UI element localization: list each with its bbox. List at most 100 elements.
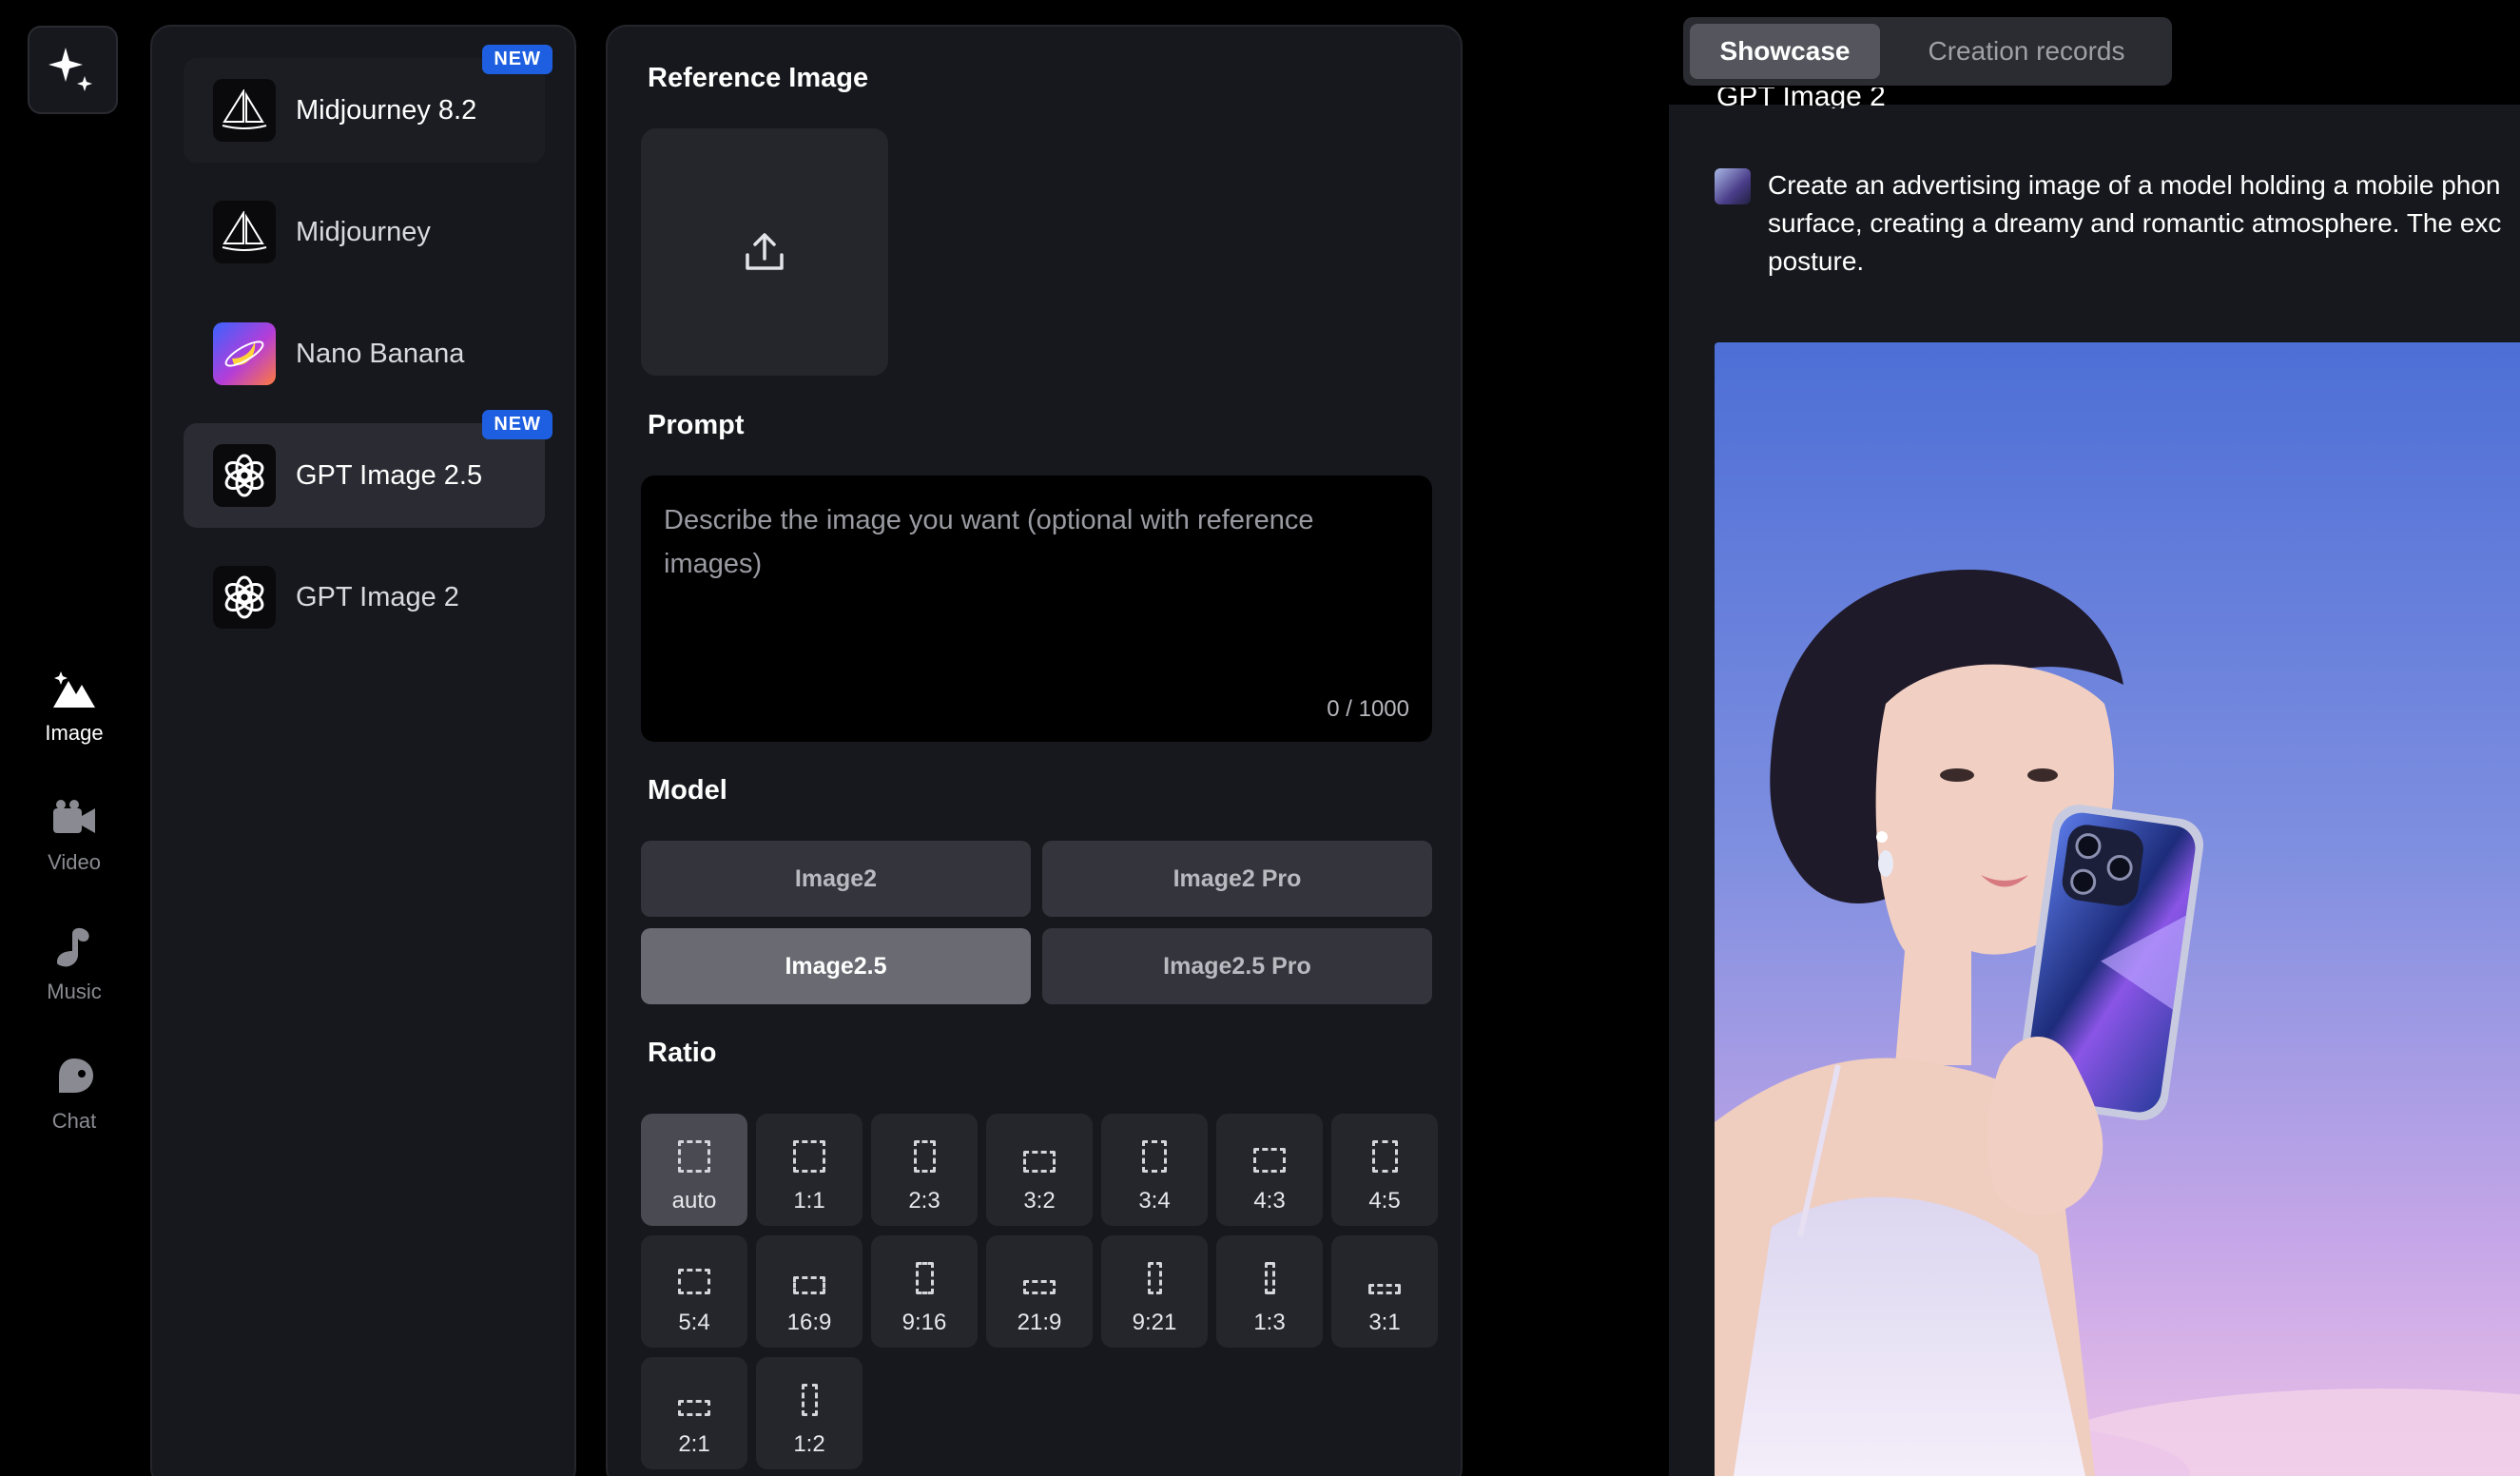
aspect-ratio-icon — [1368, 1284, 1401, 1294]
model-option-image2[interactable]: Image2 — [641, 841, 1031, 917]
ratio-shape-wrap — [678, 1235, 710, 1294]
model-option-image2-5[interactable]: Image2.5 — [641, 928, 1031, 1004]
ratio-option[interactable]: 1:3 — [1216, 1235, 1323, 1348]
rail-label-music: Music — [47, 980, 102, 1003]
ratio-label: 9:21 — [1132, 1310, 1177, 1335]
ratio-option[interactable]: 21:9 — [986, 1235, 1093, 1348]
ratio-option[interactable]: 3:2 — [986, 1114, 1093, 1226]
rail-label-video: Video — [48, 850, 101, 874]
prompt-input[interactable] — [664, 498, 1405, 670]
nano-banana-icon — [213, 322, 276, 385]
ratio-shape-wrap — [1368, 1235, 1401, 1294]
model-item-gpt-image-2[interactable]: GPT Image 2 — [184, 545, 545, 650]
ratio-shape-wrap — [1147, 1235, 1162, 1294]
ratio-label: 3:1 — [1368, 1310, 1401, 1335]
ratio-shape-wrap — [801, 1357, 818, 1416]
sparkle-logo-icon — [48, 47, 92, 91]
showcase-image[interactable] — [1715, 342, 2520, 1476]
ratio-label: auto — [671, 1188, 717, 1214]
rail-item-video[interactable]: Video — [0, 793, 148, 875]
showcase-prompt-line: surface, creating a dreamy and romantic … — [1768, 208, 2502, 238]
ratio-option[interactable]: 16:9 — [756, 1235, 863, 1348]
aspect-ratio-icon — [793, 1140, 825, 1173]
rail-item-music[interactable]: Music — [0, 922, 148, 1004]
model-item-midjourney-8-2[interactable]: Midjourney 8.2 NEW — [184, 45, 552, 163]
ratio-shape-wrap — [793, 1235, 825, 1294]
rail-item-chat[interactable]: Chat — [0, 1052, 148, 1134]
showcase-prompt: Create an advertising image of a model h… — [1768, 166, 2520, 281]
model-item-midjourney[interactable]: Midjourney — [184, 180, 545, 284]
showcase-prompt-line: Create an advertising image of a model h… — [1768, 170, 2501, 200]
aspect-ratio-icon — [1253, 1148, 1286, 1173]
ratio-option[interactable]: 9:16 — [871, 1235, 978, 1348]
left-rail: Image Video Music Chat — [0, 0, 148, 1476]
ratio-label: 9:16 — [901, 1310, 947, 1335]
ratio-shape-wrap — [1371, 1114, 1398, 1173]
aspect-ratio-icon — [1264, 1262, 1275, 1294]
ratio-shape-wrap — [913, 1114, 936, 1173]
new-badge: NEW — [482, 410, 552, 439]
ratio-option[interactable]: 1:2 — [756, 1357, 863, 1469]
reference-image-upload[interactable] — [641, 128, 888, 376]
tab-showcase[interactable]: Showcase — [1690, 24, 1880, 79]
model-option-image2-pro[interactable]: Image2 Pro — [1042, 841, 1432, 917]
tab-creation-records[interactable]: Creation records — [1888, 24, 2165, 79]
aspect-ratio-icon — [1371, 1140, 1398, 1173]
ratio-shape-wrap — [1253, 1114, 1286, 1173]
ratio-label: 3:4 — [1138, 1188, 1171, 1214]
ratio-option[interactable]: 4:3 — [1216, 1114, 1323, 1226]
app-root: Image Video Music Chat Midjourney 8.2 NE… — [0, 0, 2520, 1476]
ratio-option[interactable]: 2:3 — [871, 1114, 978, 1226]
ratio-option[interactable]: 3:4 — [1101, 1114, 1208, 1226]
aspect-ratio-icon — [915, 1262, 934, 1294]
new-badge: NEW — [482, 45, 552, 74]
showcase-illustration — [1715, 342, 2520, 1476]
ratio-label: 5:4 — [678, 1310, 710, 1335]
model-label: GPT Image 2.5 — [296, 459, 483, 491]
image-icon — [49, 664, 99, 713]
aspect-ratio-icon — [1142, 1140, 1167, 1173]
app-logo[interactable] — [28, 26, 118, 114]
reference-image-title: Reference Image — [648, 63, 869, 93]
chat-icon — [49, 1052, 99, 1101]
aspect-ratio-icon — [801, 1384, 818, 1416]
ratio-shape-wrap — [1023, 1235, 1056, 1294]
aspect-ratio-icon — [913, 1140, 936, 1173]
openai-icon — [213, 444, 276, 507]
aspect-ratio-icon — [678, 1269, 710, 1294]
aspect-ratio-icon — [793, 1276, 825, 1294]
ratio-option[interactable]: auto — [641, 1114, 747, 1226]
generation-form: Reference Image Prompt 0 / 1000 Model Im… — [606, 25, 1463, 1476]
showcase-prompt-line: posture. — [1768, 246, 1865, 276]
ratio-title: Ratio — [648, 1038, 717, 1068]
model-title: Model — [648, 775, 727, 806]
aspect-ratio-icon — [1023, 1280, 1056, 1294]
ratio-label: 4:3 — [1253, 1188, 1286, 1214]
rail-label-image: Image — [45, 721, 104, 745]
model-list-panel: Midjourney 8.2 NEW Midjourney Nano Banan… — [150, 25, 576, 1476]
model-option-image2-5-pro[interactable]: Image2.5 Pro — [1042, 928, 1432, 1004]
ratio-option[interactable]: 5:4 — [641, 1235, 747, 1348]
ratio-option[interactable]: 9:21 — [1101, 1235, 1208, 1348]
ratio-option[interactable]: 3:1 — [1331, 1235, 1438, 1348]
model-label: Nano Banana — [296, 338, 465, 369]
showcase-tabs: Showcase Creation records — [1683, 17, 2172, 86]
showcase-model-line: GPT Image 2 — [1716, 87, 1886, 108]
ratio-option[interactable]: 1:1 — [756, 1114, 863, 1226]
ratio-option[interactable]: 4:5 — [1331, 1114, 1438, 1226]
ratio-shape-wrap — [915, 1235, 934, 1294]
ratio-label: 1:3 — [1253, 1310, 1286, 1335]
ratio-label: 1:1 — [793, 1188, 825, 1214]
video-icon — [49, 793, 99, 843]
ratio-shape-wrap — [793, 1114, 825, 1173]
ratio-shape-wrap — [678, 1114, 710, 1173]
prompt-title: Prompt — [648, 410, 745, 440]
ratio-label: 2:3 — [908, 1188, 940, 1214]
aspect-ratio-icon — [678, 1140, 710, 1173]
ratio-option[interactable]: 2:1 — [641, 1357, 747, 1469]
model-label: Midjourney — [296, 216, 431, 247]
model-item-gpt-image-2-5[interactable]: GPT Image 2.5 NEW — [184, 410, 552, 528]
model-item-nano-banana[interactable]: Nano Banana — [184, 301, 545, 406]
aspect-ratio-icon — [1147, 1262, 1162, 1294]
rail-item-image[interactable]: Image — [0, 664, 148, 746]
